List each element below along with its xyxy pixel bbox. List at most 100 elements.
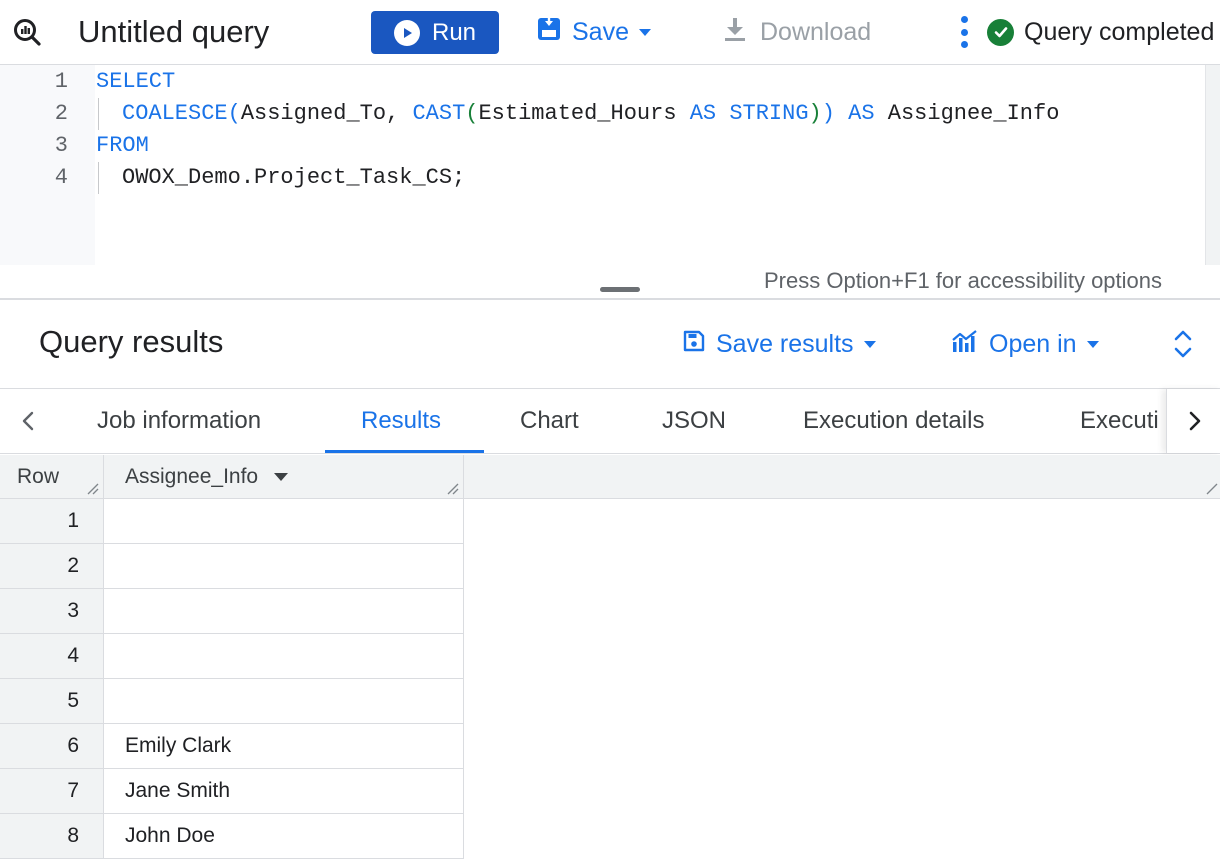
cell-assignee-info[interactable] — [104, 544, 464, 588]
row-number: 2 — [0, 544, 104, 588]
save-icon — [536, 16, 562, 49]
active-tab-indicator — [325, 450, 484, 453]
chevron-right-icon[interactable] — [1166, 389, 1220, 453]
run-label: Run — [431, 18, 477, 46]
cell-assignee-info[interactable]: John Doe — [104, 814, 464, 858]
line-number: 3 — [54, 133, 68, 158]
save-results-button[interactable]: Save results — [682, 324, 876, 364]
run-button[interactable]: Run — [371, 11, 499, 54]
column-resize-icon[interactable] — [87, 483, 99, 495]
row-number: 6 — [0, 724, 104, 768]
table-row[interactable]: 8 John Doe — [0, 814, 464, 859]
more-options-icon[interactable] — [955, 14, 973, 50]
panel-divider — [0, 298, 1220, 300]
sql-type: STRING — [716, 101, 809, 126]
query-toolbar: Untitled query Run Save Download Query c… — [0, 0, 1220, 65]
line-number: 4 — [54, 165, 68, 190]
query-title[interactable]: Untitled query — [78, 12, 269, 52]
row-number: 7 — [0, 769, 104, 813]
open-in-button[interactable]: Open in — [951, 324, 1099, 364]
tab-chart[interactable]: Chart — [520, 389, 579, 453]
tab-json[interactable]: JSON — [662, 389, 726, 453]
results-title: Query results — [39, 324, 224, 359]
download-label: Download — [760, 17, 872, 46]
open-in-label: Open in — [989, 329, 1077, 358]
sql-paren: ) — [821, 101, 835, 126]
cell-assignee-info[interactable]: Jane Smith — [104, 769, 464, 813]
table-row[interactable]: 1 — [0, 499, 464, 544]
chevron-down-icon — [1086, 340, 1099, 348]
cell-assignee-info[interactable]: Emily Clark — [104, 724, 464, 768]
query-status: Query completed — [987, 12, 1214, 52]
drag-handle-icon[interactable] — [600, 287, 640, 292]
sql-table-name: OWOX_Demo.Project_Task_CS; — [122, 165, 466, 190]
code-line-3: FROM — [96, 130, 149, 162]
cell-assignee-info[interactable] — [104, 634, 464, 678]
column-resize-icon[interactable] — [447, 483, 459, 495]
sql-function: COALESCE — [122, 101, 228, 126]
results-tabs: Job information Results Chart JSON Execu… — [0, 388, 1220, 454]
line-number: 1 — [54, 69, 68, 94]
sql-identifier: Assigned_To, — [240, 101, 413, 126]
expand-collapse-icon[interactable] — [1170, 328, 1196, 360]
save-label: Save — [572, 17, 629, 46]
column-header-label: Assignee_Info — [125, 465, 259, 488]
chevron-left-icon[interactable] — [0, 389, 56, 453]
cell-assignee-info[interactable] — [104, 679, 464, 723]
row-header: Row — [0, 455, 104, 499]
save-results-label: Save results — [716, 329, 854, 358]
sql-paren: ( — [465, 101, 479, 126]
sql-keyword: FROM — [96, 133, 149, 158]
play-icon — [393, 19, 420, 46]
column-header-assignee-info[interactable]: Assignee_Info — [104, 455, 464, 499]
column-resize-icon[interactable] — [1206, 483, 1218, 495]
sql-editor[interactable]: 1 2 3 4 SELECT COALESCE(Assigned_To, CAS… — [0, 65, 1220, 265]
cell-assignee-info[interactable] — [104, 499, 464, 543]
table-row[interactable]: 4 — [0, 634, 464, 679]
chevron-down-icon — [863, 340, 876, 348]
sql-keyword: AS — [689, 101, 717, 126]
sql-identifier: Estimated_Hours — [478, 101, 690, 126]
save-icon — [682, 329, 706, 360]
accessibility-hint: Press Option+F1 for accessibility option… — [764, 268, 1163, 293]
save-button[interactable]: Save — [536, 12, 651, 52]
editor-scrollbar[interactable] — [1205, 65, 1220, 265]
code-area[interactable]: SELECT COALESCE(Assigned_To, CAST(Estima… — [95, 65, 1205, 265]
chevron-down-icon — [638, 28, 651, 36]
row-number: 8 — [0, 814, 104, 858]
code-line-1: SELECT — [96, 66, 175, 98]
sort-dropdown-icon[interactable] — [274, 473, 289, 481]
check-circle-icon — [987, 18, 1014, 46]
row-number: 5 — [0, 679, 104, 723]
sql-paren: ) — [808, 101, 822, 126]
code-line-4: OWOX_Demo.Project_Task_CS; — [122, 162, 465, 194]
tab-execution-graph[interactable]: Executi — [1080, 389, 1159, 453]
tab-results[interactable]: Results — [361, 389, 441, 453]
tab-execution-details[interactable]: Execution details — [803, 389, 984, 453]
download-button[interactable]: Download — [722, 12, 871, 52]
indent-guide — [98, 98, 99, 130]
table-row[interactable]: 7 Jane Smith — [0, 769, 464, 814]
sql-paren: ( — [227, 101, 241, 126]
tab-job-information[interactable]: Job information — [97, 389, 261, 453]
sql-identifier: Assignee_Info — [874, 101, 1060, 126]
cell-assignee-info[interactable] — [104, 589, 464, 633]
table-row[interactable]: 6 Emily Clark — [0, 724, 464, 769]
table-row[interactable]: 3 — [0, 589, 464, 634]
sql-keyword: AS — [834, 101, 875, 126]
indent-guide — [98, 162, 99, 194]
row-number: 3 — [0, 589, 104, 633]
row-header-label: Row — [17, 465, 60, 488]
line-number: 2 — [54, 101, 68, 126]
table-row[interactable]: 5 — [0, 679, 464, 724]
code-line-2: COALESCE(Assigned_To, CAST(Estimated_Hou… — [122, 98, 1059, 130]
download-icon — [722, 16, 748, 49]
insights-icon — [951, 328, 979, 361]
results-grid: Row Assignee_Info 1 2 3 4 5 6 Emily Clar… — [0, 455, 1220, 860]
row-number: 4 — [0, 634, 104, 678]
row-number: 1 — [0, 499, 104, 543]
table-row[interactable]: 2 — [0, 544, 464, 589]
sql-function: CAST — [412, 101, 466, 126]
grid-header: Row Assignee_Info — [0, 455, 1220, 499]
status-text: Query completed — [1024, 17, 1215, 46]
